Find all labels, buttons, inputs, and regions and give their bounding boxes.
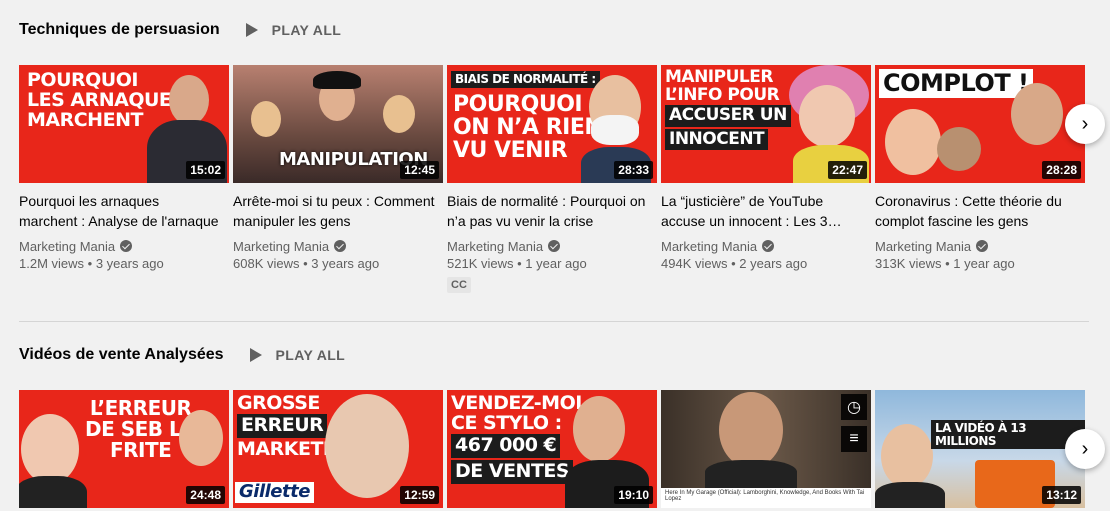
thumbnail-person (383, 95, 415, 133)
thumbnail-person (799, 85, 855, 147)
verified-check-icon (762, 240, 775, 252)
channel-name[interactable]: Marketing Mania (661, 237, 863, 255)
thumbnail-caption: POURQUOI ON N’A RIEN VU VENIR (453, 92, 603, 164)
video-card[interactable]: L’ERREUR DE SEB LA FRITE 24:48 (19, 390, 229, 508)
queue-icon[interactable]: ≡ (841, 426, 867, 452)
thumbnail-shirt (875, 482, 945, 508)
video-stats: 608K views • 3 years ago (233, 256, 380, 271)
video-duration: 15:02 (186, 161, 225, 179)
gillette-logo: Gillette (235, 482, 314, 503)
video-thumbnail[interactable]: VENDEZ-MOI CE STYLO : 467 000 € DE VENTE… (447, 390, 657, 508)
clock-icon[interactable]: ◷ (841, 394, 867, 420)
video-stats: 521K views • 1 year ago (447, 256, 587, 271)
verified-check-icon (976, 240, 989, 252)
video-duration: 28:28 (1042, 161, 1081, 179)
channel-name[interactable]: Marketing Mania (447, 237, 649, 255)
play-all-button[interactable]: PLAY ALL (245, 22, 342, 38)
shelf-title[interactable]: Vidéos de vente Analysées (19, 346, 224, 364)
chevron-right-icon: › (1081, 112, 1089, 135)
channel-name[interactable]: Marketing Mania (19, 237, 221, 255)
video-title[interactable]: Pourquoi les arnaques marchent : Analyse… (19, 191, 221, 231)
video-row: POURQUOI LES ARNAQUES MARCHENT 15:02 Pou… (19, 65, 1085, 293)
channel-name[interactable]: Marketing Mania (233, 237, 435, 255)
video-thumbnail[interactable]: MANIPULER L’INFO POUR ACCUSER UN INNOCEN… (661, 65, 871, 183)
thumbnail-shirt (705, 460, 797, 490)
verified-check-icon (334, 240, 347, 252)
chevron-right-icon: › (1081, 437, 1089, 460)
video-thumbnail[interactable]: L’ERREUR DE SEB LA FRITE 24:48 (19, 390, 229, 508)
video-title[interactable]: Arrête-moi si tu peux : Comment manipule… (233, 191, 435, 231)
video-duration: 12:59 (400, 486, 439, 504)
video-thumbnail[interactable]: GROSSE ERREUR MARKETING Gillette 12:59 (233, 390, 443, 508)
video-thumbnail[interactable]: LA VIDÉO À 13 MILLIONS 13:12 (875, 390, 1085, 508)
video-row: L’ERREUR DE SEB LA FRITE 24:48 GROSSE ER… (19, 390, 1085, 508)
thumbnail-caption: COMPLOT ! (879, 69, 1033, 100)
video-card[interactable]: GROSSE ERREUR MARKETING Gillette 12:59 (233, 390, 443, 508)
thumbnail-person (885, 109, 941, 175)
thumbnail-child (325, 394, 409, 498)
thumbnail-caption: LA VIDÉO À 13 MILLIONS (931, 420, 1085, 451)
thumbnail-person (21, 414, 79, 484)
video-thumbnail[interactable]: MANIPULATION 12:45 (233, 65, 443, 183)
video-duration: 13:12 (1042, 486, 1081, 504)
shelf-divider (19, 321, 1089, 322)
shelf-title[interactable]: Techniques de persuasion (19, 21, 220, 39)
thumbnail-person (573, 396, 625, 462)
video-card[interactable]: LA VIDÉO À 13 MILLIONS 13:12 (875, 390, 1085, 508)
thumbnail-caption: POURQUOI LES ARNAQUES MARCHENT (27, 69, 185, 131)
video-duration: 22:47 (828, 161, 867, 179)
verified-check-icon (548, 240, 561, 252)
play-icon (245, 23, 258, 37)
video-card[interactable]: COMPLOT ! 28:28 Coronavirus : Cette théo… (875, 65, 1085, 293)
video-card[interactable]: VENDEZ-MOI CE STYLO : 467 000 € DE VENTE… (447, 390, 657, 508)
video-card[interactable]: MANIPULER L’INFO POUR ACCUSER UN INNOCEN… (661, 65, 871, 293)
thumbnail-person (719, 392, 783, 468)
video-card[interactable]: Here In My Garage (Official): Lamborghin… (661, 390, 871, 508)
thumbnail-mask (591, 115, 639, 145)
thumbnail-caption: BIAIS DE NORMALITÉ : (451, 71, 600, 90)
video-title[interactable]: La “justicière” de YouTube accuse un inn… (661, 191, 863, 231)
video-thumbnail[interactable]: BIAIS DE NORMALITÉ : POURQUOI ON N’A RIE… (447, 65, 657, 183)
verified-check-icon (120, 240, 133, 252)
video-duration: 19:10 (614, 486, 653, 504)
play-icon (249, 348, 262, 362)
thumbnail-cap (313, 71, 361, 89)
video-stats: 494K views • 2 years ago (661, 256, 808, 271)
video-stats: 313K views • 1 year ago (875, 256, 1015, 271)
video-thumbnail[interactable]: Here In My Garage (Official): Lamborghin… (661, 390, 871, 508)
cc-badge: CC (447, 277, 471, 293)
video-duration: 12:45 (400, 161, 439, 179)
shelf-header: Vidéos de vente Analysées PLAY ALL (19, 343, 345, 367)
play-all-label: PLAY ALL (275, 347, 346, 363)
video-stats: 1.2M views • 3 years ago (19, 256, 164, 271)
video-card[interactable]: POURQUOI LES ARNAQUES MARCHENT 15:02 Pou… (19, 65, 229, 293)
video-card[interactable]: MANIPULATION 12:45 Arrête-moi si tu peux… (233, 65, 443, 293)
thumbnail-person (251, 101, 281, 137)
video-title[interactable]: Coronavirus : Cette théorie du complot f… (875, 191, 1077, 231)
video-title[interactable]: Biais de normalité : Pourquoi on n’a pas… (447, 191, 649, 231)
video-duration: 24:48 (186, 486, 225, 504)
video-thumbnail[interactable]: POURQUOI LES ARNAQUES MARCHENT 15:02 (19, 65, 229, 183)
video-duration: 28:33 (614, 161, 653, 179)
thumbnail-virus (937, 127, 981, 171)
next-arrow-button[interactable]: › (1065, 429, 1105, 469)
thumbnail-person (1011, 83, 1063, 145)
video-thumbnail[interactable]: COMPLOT ! 28:28 (875, 65, 1085, 183)
thumbnail-person (881, 424, 933, 488)
thumbnail-person (179, 410, 223, 466)
thumbnail-person (169, 75, 209, 125)
channel-name[interactable]: Marketing Mania (875, 237, 1077, 255)
play-all-button[interactable]: PLAY ALL (249, 347, 346, 363)
thumbnail-caption: Here In My Garage (Official): Lamborghin… (661, 488, 871, 508)
thumbnail-shirt (19, 476, 87, 508)
video-card[interactable]: BIAIS DE NORMALITÉ : POURQUOI ON N’A RIE… (447, 65, 657, 293)
play-all-label: PLAY ALL (271, 22, 342, 38)
next-arrow-button[interactable]: › (1065, 104, 1105, 144)
shelf-header: Techniques de persuasion PLAY ALL (19, 18, 341, 42)
